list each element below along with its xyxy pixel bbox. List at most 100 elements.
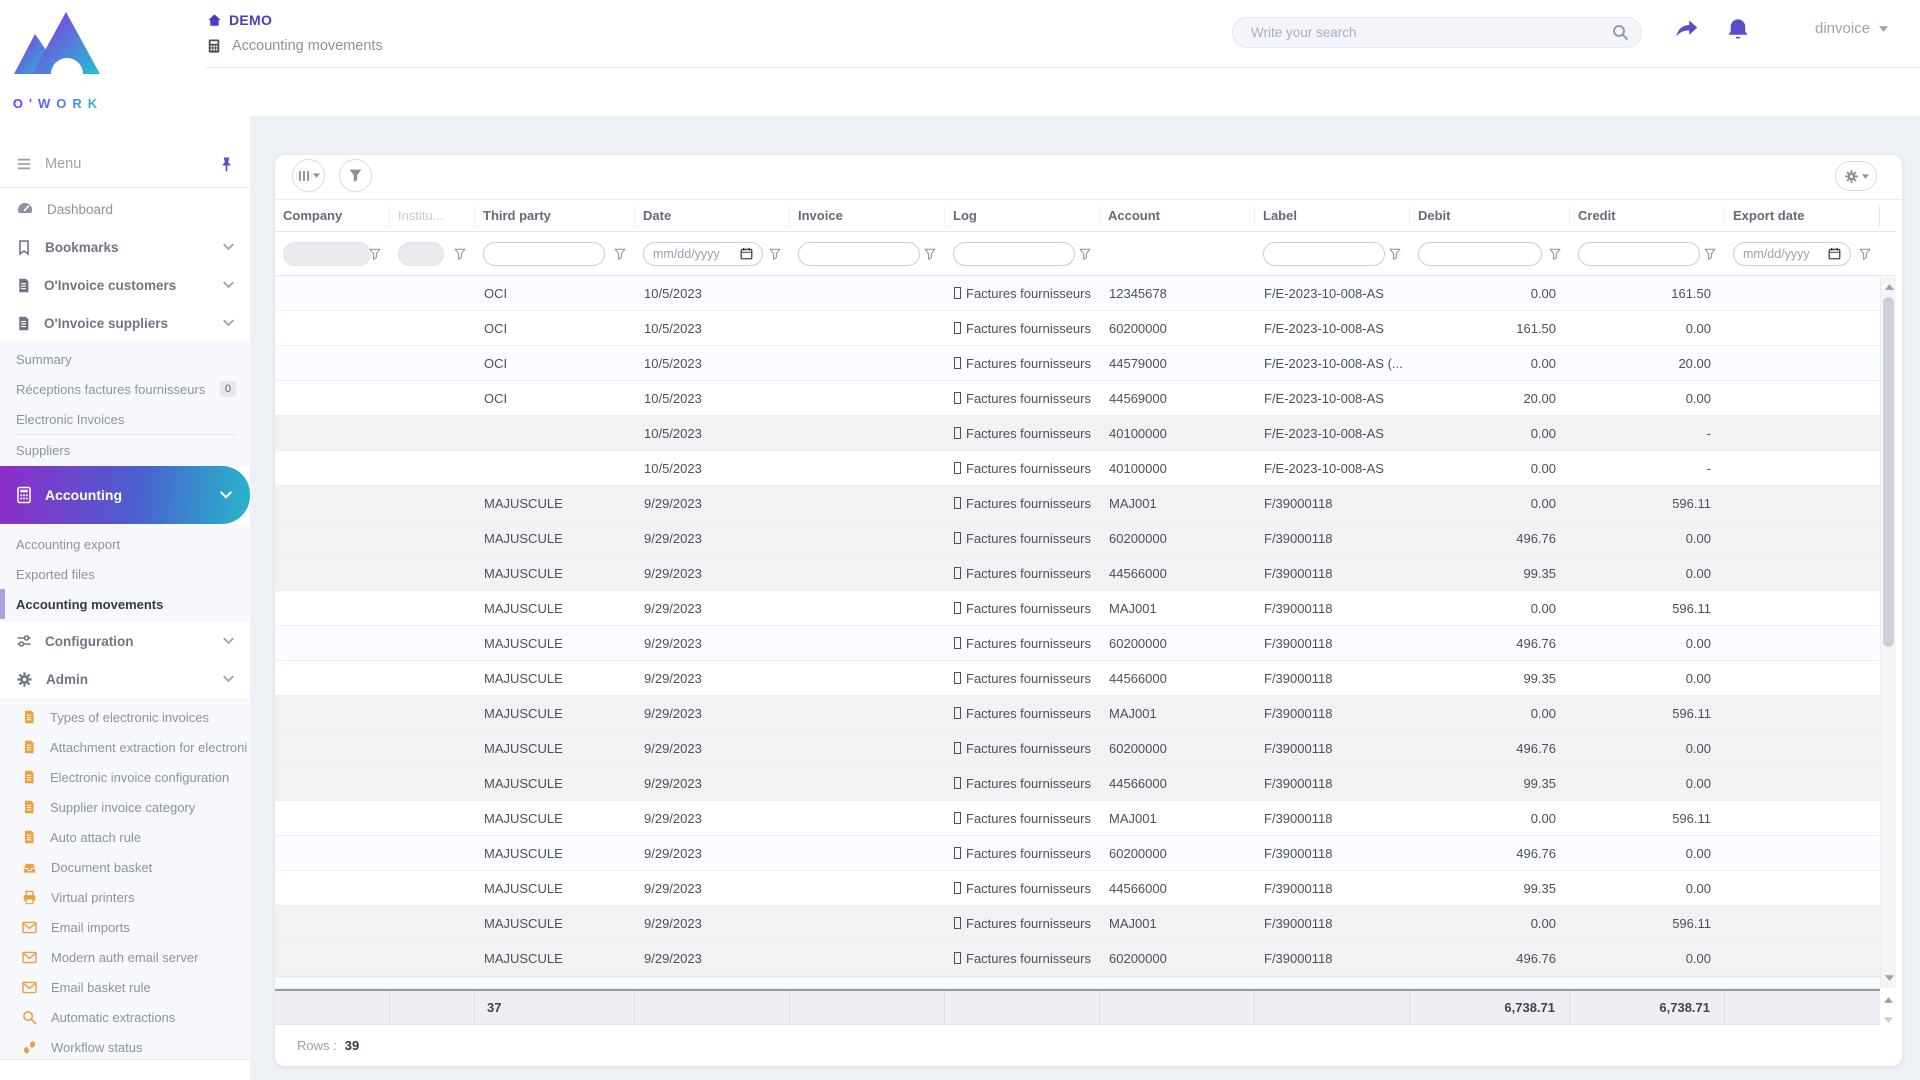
- funnel-icon[interactable]: [454, 248, 466, 260]
- sidebar-item-virtual-printers[interactable]: Virtual printers: [0, 882, 250, 912]
- column-chooser-button[interactable]: [292, 159, 325, 192]
- total-export-date: [1725, 991, 1880, 1024]
- column-header-debit[interactable]: Debit: [1410, 205, 1570, 226]
- sidebar-item-electronic-invoice-configuration[interactable]: Electronic invoice configuration: [0, 762, 250, 792]
- search-input[interactable]: [1251, 25, 1612, 40]
- sidebar-item-supplier-invoice-category[interactable]: Supplier invoice category: [0, 792, 250, 822]
- date-filter-input[interactable]: mm/dd/yyyy: [643, 241, 763, 266]
- label-filter-input[interactable]: [1263, 241, 1385, 266]
- third-party-filter-input[interactable]: [483, 241, 605, 266]
- filter-toggle-button[interactable]: [339, 159, 372, 192]
- funnel-icon[interactable]: [1704, 248, 1716, 260]
- table-row[interactable]: OCI 10/5/2023 Factures fournisseurs 4456…: [275, 381, 1896, 416]
- table-row[interactable]: 10/5/2023 Factures fournisseurs 40100000…: [275, 451, 1896, 486]
- log-filter-input[interactable]: [953, 241, 1075, 266]
- search-icon[interactable]: [1612, 24, 1629, 41]
- funnel-icon[interactable]: [1859, 248, 1871, 260]
- sidebar-item-admin[interactable]: Admin: [0, 660, 250, 698]
- table-row[interactable]: OCI 10/5/2023 Factures fournisseurs 4457…: [275, 346, 1896, 381]
- scrollbar-thumb[interactable]: [1883, 297, 1894, 647]
- funnel-icon[interactable]: [1389, 248, 1401, 260]
- column-header-export-date[interactable]: Export date: [1725, 205, 1880, 226]
- pin-icon[interactable]: [219, 156, 234, 172]
- sidebar-item-oinvoice-suppliers[interactable]: O'Invoice suppliers: [0, 304, 250, 342]
- sidebar-item-document-basket[interactable]: Document basket: [0, 852, 250, 882]
- export-date-filter-input[interactable]: mm/dd/yyyy: [1733, 241, 1851, 266]
- column-header-label[interactable]: Label: [1255, 205, 1410, 226]
- table-row[interactable]: MAJUSCULE 9/29/2023 Factures fournisseur…: [275, 521, 1896, 556]
- calendar-icon[interactable]: [1828, 247, 1841, 260]
- grid-settings-button[interactable]: [1835, 161, 1877, 191]
- calendar-icon[interactable]: [740, 247, 753, 260]
- funnel-icon[interactable]: [614, 248, 626, 260]
- invoice-filter-input[interactable]: [798, 241, 920, 266]
- table-row[interactable]: MAJUSCULE 9/29/2023 Factures fournisseur…: [275, 486, 1896, 521]
- column-header-invoice[interactable]: Invoice: [790, 205, 945, 226]
- table-row[interactable]: MAJUSCULE 9/29/2023 Factures fournisseur…: [275, 766, 1896, 801]
- sidebar-item-oinvoice-customers[interactable]: O'Invoice customers: [0, 266, 250, 304]
- table-row[interactable]: MAJUSCULE 9/29/2023 Factures fournisseur…: [275, 626, 1896, 661]
- table-row[interactable]: MAJUSCULE 9/29/2023 Factures fournisseur…: [275, 906, 1896, 941]
- breadcrumb[interactable]: DEMO: [207, 12, 272, 28]
- table-row[interactable]: MAJUSCULE 9/29/2023 Factures fournisseur…: [275, 941, 1896, 976]
- table-row[interactable]: 10/5/2023 Factures fournisseurs 40100000…: [275, 416, 1896, 451]
- sidebar-item-electronic-invoices[interactable]: Electronic Invoices: [0, 404, 250, 434]
- table-row[interactable]: MAJUSCULE 9/29/2023 Factures fournisseur…: [275, 871, 1896, 906]
- vertical-scrollbar[interactable]: [1880, 277, 1896, 988]
- arrow-down-icon[interactable]: [1883, 1017, 1893, 1023]
- footer-scroll-arrows[interactable]: [1880, 997, 1896, 1023]
- sidebar-item-accounting-export[interactable]: Accounting export: [0, 529, 250, 559]
- sidebar-item-attachment-extraction[interactable]: Attachment extraction for electroni: [0, 732, 250, 762]
- funnel-icon[interactable]: [924, 248, 936, 260]
- sidebar-item-receptions-factures[interactable]: Réceptions factures fournisseurs 0: [0, 374, 250, 404]
- sidebar-item-configuration[interactable]: Configuration: [0, 622, 250, 660]
- table-row[interactable]: MAJUSCULE 9/29/2023 Factures fournisseur…: [275, 556, 1896, 591]
- sidebar-item-email-imports[interactable]: Email imports: [0, 912, 250, 942]
- table-row[interactable]: MAJUSCULE 9/29/2023 Factures fournisseur…: [275, 661, 1896, 696]
- sidebar-item-exported-files[interactable]: Exported files: [0, 559, 250, 589]
- sidebar-item-workflow-status[interactable]: Workflow status: [0, 1032, 250, 1062]
- sidebar-item-summary[interactable]: Summary: [0, 344, 250, 374]
- column-header-company[interactable]: Company: [275, 205, 390, 226]
- funnel-icon[interactable]: [769, 248, 781, 260]
- scroll-up-arrow[interactable]: [1883, 281, 1895, 293]
- scroll-down-arrow[interactable]: [1883, 972, 1895, 984]
- table-row[interactable]: OCI 10/5/2023 Factures fournisseurs 1234…: [275, 276, 1896, 311]
- column-header-date[interactable]: Date: [635, 205, 790, 226]
- arrow-up-icon[interactable]: [1883, 997, 1893, 1003]
- horizontal-scrollbar[interactable]: [275, 977, 1880, 989]
- sidebar-item-suppliers[interactable]: Suppliers: [0, 435, 250, 465]
- credit-filter-input[interactable]: [1578, 241, 1700, 266]
- table-row[interactable]: MAJUSCULE 9/29/2023 Factures fournisseur…: [275, 801, 1896, 836]
- table-row[interactable]: OCI 10/5/2023 Factures fournisseurs 6020…: [275, 311, 1896, 346]
- sidebar-item-email-basket-rule[interactable]: Email basket rule: [0, 972, 250, 1002]
- funnel-icon[interactable]: [1079, 248, 1091, 260]
- sidebar-item-automatic-extractions[interactable]: Automatic extractions: [0, 1002, 250, 1032]
- sidebar-item-bookmarks[interactable]: Bookmarks: [0, 228, 250, 266]
- hamburger-icon[interactable]: [16, 157, 32, 171]
- column-header-credit[interactable]: Credit: [1570, 205, 1725, 226]
- user-menu[interactable]: dinvoice: [1815, 20, 1889, 37]
- table-row[interactable]: MAJUSCULE 9/29/2023 Factures fournisseur…: [275, 696, 1896, 731]
- sidebar-item-modern-auth-email-server[interactable]: Modern auth email server: [0, 942, 250, 972]
- app-logo: O'WORK: [12, 8, 104, 111]
- column-header-third-party[interactable]: Third party: [475, 205, 635, 226]
- funnel-icon[interactable]: [369, 248, 381, 260]
- table-row[interactable]: MAJUSCULE 9/29/2023 Factures fournisseur…: [275, 836, 1896, 871]
- table-row[interactable]: MAJUSCULE 9/29/2023 Factures fournisseur…: [275, 731, 1896, 766]
- debit-filter-input[interactable]: [1418, 241, 1542, 266]
- sidebar-item-accounting-movements[interactable]: Accounting movements: [0, 589, 250, 619]
- sidebar-menu-toggle[interactable]: Menu: [0, 140, 250, 188]
- sidebar-item-dashboard[interactable]: Dashboard: [0, 190, 250, 228]
- sidebar-item-types-of-electronic-invoices[interactable]: Types of electronic invoices: [0, 702, 250, 732]
- funnel-icon[interactable]: [1549, 248, 1561, 260]
- notifications-button[interactable]: [1725, 16, 1753, 44]
- share-button[interactable]: [1672, 16, 1700, 44]
- table-row[interactable]: MAJUSCULE 9/29/2023 Factures fournisseur…: [275, 591, 1896, 626]
- global-search[interactable]: [1232, 17, 1642, 48]
- column-header-log[interactable]: Log: [945, 205, 1100, 226]
- sidebar-item-accounting[interactable]: Accounting: [0, 466, 250, 524]
- column-header-account[interactable]: Account: [1100, 205, 1255, 226]
- column-header-institution[interactable]: Institu...: [390, 205, 475, 226]
- sidebar-item-auto-attach-rule[interactable]: Auto attach rule: [0, 822, 250, 852]
